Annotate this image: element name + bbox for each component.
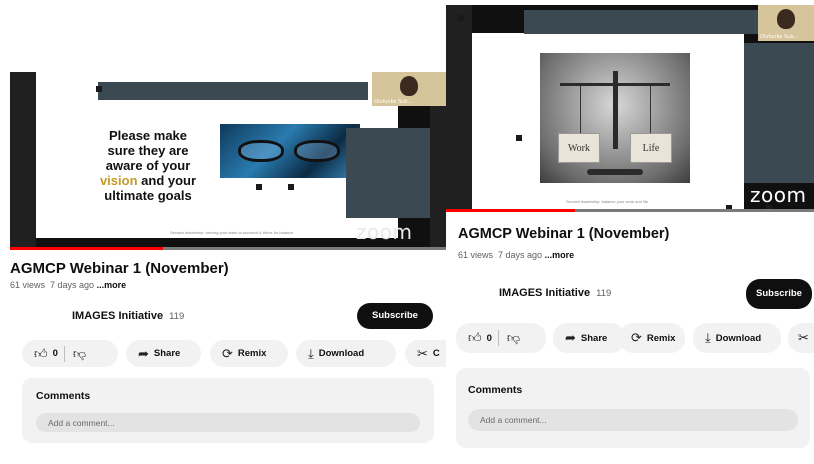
overlay-block-right: [346, 128, 430, 218]
overlay-block-top: [98, 82, 368, 100]
slide-text: Please make sure they are aware of your …: [99, 128, 197, 203]
like-count: 0: [486, 332, 492, 344]
comment-input[interactable]: Add a comment...: [468, 409, 798, 431]
channel-name[interactable]: IMAGES Initiative 119: [499, 287, 611, 299]
scale-pan-right: Life: [630, 133, 672, 163]
like-dislike-group: 👍︎ 0 👎︎: [22, 340, 118, 367]
video-player[interactable]: Work Life Servant leadership: balance yo…: [446, 5, 814, 212]
channel-name[interactable]: IMAGES Initiative 119: [72, 310, 184, 322]
comments-title: Comments: [36, 390, 91, 402]
clip-button[interactable]: ✂: [788, 323, 814, 353]
glasses-image: [220, 124, 360, 178]
work-life-scale-image: Work Life: [540, 53, 690, 183]
thumb-down-icon[interactable]: 👎︎: [73, 346, 86, 362]
left-black-bar: [10, 72, 36, 250]
zoom-logo: zoom: [356, 220, 413, 244]
right-screenshot-panel: Work Life Servant leadership: balance yo…: [446, 0, 814, 464]
subscribe-button[interactable]: Subscribe: [357, 303, 433, 329]
download-icon: ⤓: [705, 330, 711, 345]
like-count: 0: [52, 348, 58, 359]
thumb-up-icon[interactable]: 👍︎: [34, 346, 48, 362]
progress-fill: [10, 247, 163, 250]
comments-section[interactable]: Comments Add a comment...: [456, 368, 810, 448]
remix-icon: ⟳: [631, 330, 642, 345]
slide-footnote: Servant leadership: balance your work an…: [566, 199, 649, 204]
participant-camera: Olufunke Sub...: [372, 72, 446, 106]
participant-camera: Olufunke Sub...: [758, 5, 814, 41]
more-link[interactable]: ...more: [545, 250, 575, 260]
overlay-block-top: [524, 10, 774, 34]
comments-section[interactable]: Comments Add a comment...: [22, 378, 434, 443]
slide-marker: [96, 86, 102, 92]
progress-bar[interactable]: [10, 247, 446, 250]
download-button[interactable]: ⤓ Download: [296, 340, 396, 367]
download-icon: ⤓: [308, 345, 314, 361]
thumb-down-icon[interactable]: 👎︎: [507, 330, 520, 346]
like-dislike-group: 👍︎ 0 👎︎: [456, 323, 546, 353]
left-black-bar: [446, 5, 472, 212]
comment-input[interactable]: Add a comment...: [36, 413, 420, 432]
left-screenshot-panel: Please make sure they are aware of your …: [0, 0, 446, 464]
slide-marker: [256, 184, 262, 190]
overlay-block-right: [744, 43, 814, 183]
video-title: AGMCP Webinar 1 (November): [10, 260, 229, 277]
share-arrow-icon: ➦: [138, 345, 149, 361]
slide-marker: [458, 15, 464, 21]
subscriber-count: 119: [169, 311, 185, 322]
progress-fill: [446, 209, 575, 212]
video-meta: 61 views 7 days ago ...more: [10, 280, 127, 290]
clip-button[interactable]: ✂ C: [405, 340, 446, 367]
scissors-icon: ✂: [417, 345, 428, 361]
scissors-icon: ✂: [798, 330, 809, 345]
slide-accent-word: vision: [99, 173, 138, 188]
zoom-logo: zoom: [750, 183, 807, 207]
video-player[interactable]: Please make sure they are aware of your …: [10, 72, 446, 250]
share-arrow-icon: ➦: [565, 330, 576, 345]
remix-button[interactable]: ⟳ Remix: [619, 323, 685, 353]
remix-icon: ⟳: [222, 345, 233, 361]
slide-marker: [516, 135, 522, 141]
video-title: AGMCP Webinar 1 (November): [458, 226, 670, 242]
share-button[interactable]: ➦ Share: [553, 323, 625, 353]
progress-bar[interactable]: [446, 209, 814, 212]
more-link[interactable]: ...more: [97, 280, 127, 290]
subscriber-count: 119: [596, 288, 612, 299]
download-button[interactable]: ⤓ Download: [693, 323, 781, 353]
thumb-up-icon[interactable]: 👍︎: [468, 330, 482, 346]
remix-button[interactable]: ⟳ Remix: [210, 340, 288, 367]
comments-title: Comments: [468, 384, 523, 396]
video-meta: 61 views 7 days ago ...more: [458, 250, 575, 260]
slide-marker: [288, 184, 294, 190]
subscribe-button[interactable]: Subscribe: [746, 279, 812, 309]
share-button[interactable]: ➦ Share: [126, 340, 201, 367]
scale-pan-left: Work: [558, 133, 600, 163]
slide-footnote: Servant leadership: serving your team to…: [170, 230, 294, 235]
